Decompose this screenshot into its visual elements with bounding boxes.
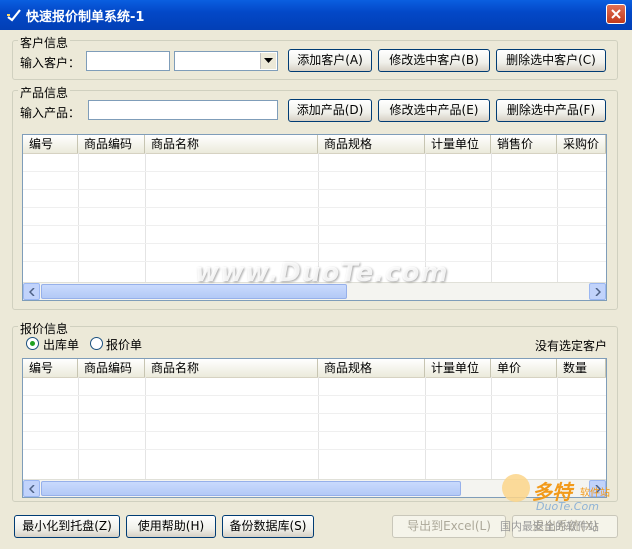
quote-col-unit[interactable]: 计量单位: [425, 359, 491, 377]
close-icon: [611, 9, 621, 19]
customer-combo[interactable]: [174, 51, 278, 71]
chevron-left-icon: [29, 288, 35, 296]
help-button[interactable]: 使用帮助(H): [126, 515, 216, 538]
customer-input[interactable]: [86, 51, 170, 71]
product-col-purchase-price[interactable]: 采购价: [557, 135, 606, 153]
app-icon: [7, 9, 21, 22]
quote-group-title: 报价信息: [18, 320, 71, 337]
radio-quote-label[interactable]: 报价单: [106, 336, 142, 353]
edit-product-button[interactable]: 修改选中产品(E): [378, 99, 490, 122]
window-title: 快速报价制单系统-1: [26, 10, 145, 25]
delete-customer-button[interactable]: 删除选中客户(C): [496, 49, 606, 72]
product-grid-header: 编号 商品编码 商品名称 商品规格 计量单位 销售价 采购价: [23, 135, 606, 154]
logo-sub: DuoTe.Com: [536, 500, 599, 513]
add-product-button[interactable]: 添加产品(D): [288, 99, 372, 122]
quote-col-name[interactable]: 商品名称: [145, 359, 318, 377]
backup-database-button[interactable]: 备份数据库(S): [222, 515, 314, 538]
quote-status-text: 没有选定客户: [535, 339, 608, 353]
scroll-thumb[interactable]: [41, 481, 461, 496]
radio-quote[interactable]: [90, 337, 103, 350]
product-col-spec[interactable]: 商品规格: [318, 135, 425, 153]
customer-combo-arrow[interactable]: [260, 53, 276, 69]
radio-outbound[interactable]: [26, 337, 39, 350]
customer-input-label: 输入客户：: [20, 56, 81, 70]
product-col-code[interactable]: 商品编码: [78, 135, 145, 153]
quote-col-qty[interactable]: 数量: [557, 359, 606, 377]
quote-col-price[interactable]: 单价: [491, 359, 557, 377]
product-col-name[interactable]: 商品名称: [145, 135, 318, 153]
product-input-label: 输入产品：: [20, 106, 81, 120]
quote-col-code[interactable]: 商品编码: [78, 359, 145, 377]
chevron-left-icon: [29, 485, 35, 493]
delete-product-button[interactable]: 删除选中产品(F): [496, 99, 606, 122]
logo-tagline: 国内最安全的软件站: [500, 520, 599, 533]
title-bar: 快速报价制单系统-1: [0, 0, 632, 30]
close-button[interactable]: [606, 4, 626, 24]
product-group-title: 产品信息: [18, 84, 71, 101]
product-col-id[interactable]: 编号: [23, 135, 78, 153]
minimize-to-tray-button[interactable]: 最小化到托盘(Z): [14, 515, 120, 538]
scroll-left-button[interactable]: [23, 283, 40, 300]
quote-col-spec[interactable]: 商品规格: [318, 359, 425, 377]
chevron-down-icon: [264, 58, 273, 63]
chevron-right-icon: [595, 288, 601, 296]
product-col-unit[interactable]: 计量单位: [425, 135, 491, 153]
quote-grid-header: 编号 商品编码 商品名称 商品规格 计量单位 单价 数量: [23, 359, 606, 378]
radio-outbound-label[interactable]: 出库单: [43, 336, 79, 353]
edit-customer-button[interactable]: 修改选中客户(B): [378, 49, 490, 72]
scroll-left-button[interactable]: [23, 480, 40, 497]
product-input[interactable]: [88, 100, 278, 120]
logo-tag: 软件站: [580, 488, 610, 499]
scroll-right-button[interactable]: [589, 283, 606, 300]
add-customer-button[interactable]: 添加客户(A): [288, 49, 372, 72]
quote-col-id[interactable]: 编号: [23, 359, 78, 377]
center-watermark: www.DuoTe.com: [195, 258, 449, 288]
site-logo-watermark: 多特 软件站 DuoTe.Com 国内最安全的软件站: [500, 470, 630, 533]
logo-mascot-icon: [502, 474, 530, 502]
export-excel-button[interactable]: 导出到Excel(L): [392, 515, 506, 538]
product-col-sale-price[interactable]: 销售价: [491, 135, 557, 153]
customer-group-title: 客户信息: [18, 34, 71, 51]
